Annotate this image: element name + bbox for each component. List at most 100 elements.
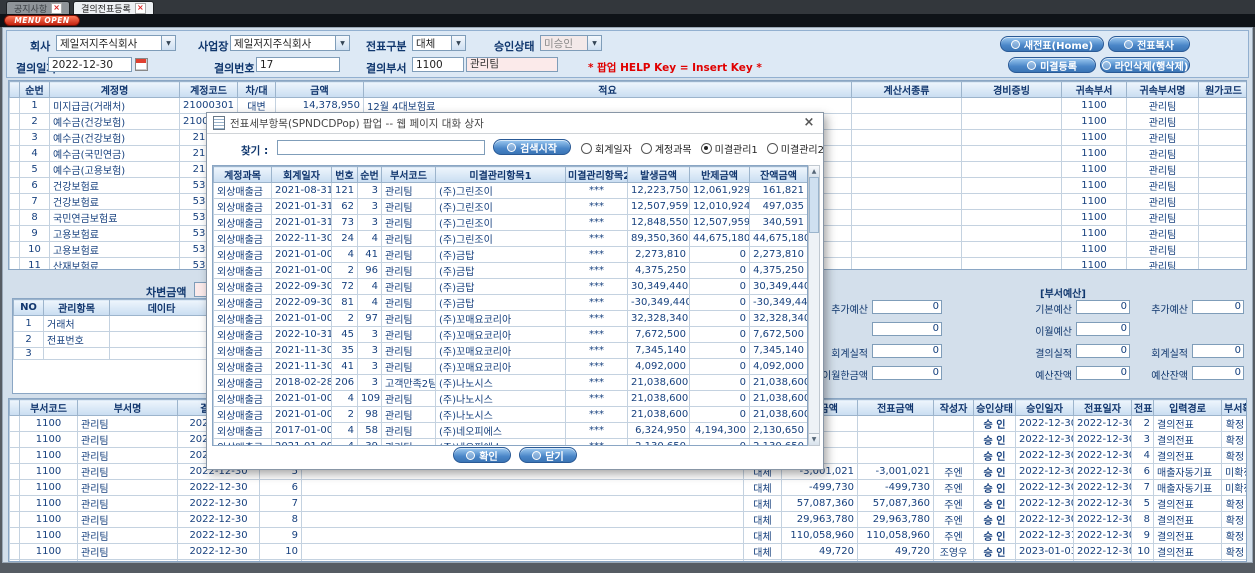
grid-cell: 96 — [357, 262, 382, 279]
budget-field-value[interactable]: 0 — [872, 366, 942, 380]
row-selector[interactable] — [9, 161, 20, 178]
table-row[interactable]: 외상매출금 2021-01-31 73 3 관리팀 (주)그린조이 *** 12,848,55… — [213, 214, 807, 231]
row-selector[interactable] — [9, 479, 20, 496]
delete-line-button[interactable]: 라인삭제(행삭제) — [1100, 57, 1190, 73]
grid-cell: 확정 — [1221, 511, 1246, 528]
table-row[interactable]: 2 전표번호 — [13, 331, 213, 348]
table-row[interactable]: 1400공구사업부2022-12-3011대체25,50025,500미승인20… — [9, 559, 1246, 561]
table-row[interactable]: 3 — [13, 347, 213, 360]
row-selector[interactable] — [9, 177, 20, 194]
tab-slip-register[interactable]: 결의전표등록 × — [73, 1, 154, 15]
table-row[interactable]: 외상매출금 2021-01-31 62 3 관리팀 (주)그린조이 *** 12,507,95… — [213, 198, 807, 215]
new-slip-button[interactable]: 새전표(Home) — [1000, 36, 1104, 52]
budget-field-value[interactable]: 0 — [1076, 322, 1130, 336]
resolution-dept-code-input[interactable] — [412, 57, 464, 72]
copy-slip-button[interactable]: 전표복사 — [1108, 36, 1190, 52]
table-row[interactable]: 외상매출금 2021-01-00 4 109 관리팀 (주)나노시스 *** 21,038,6… — [213, 390, 807, 407]
budget-field-value[interactable]: 0 — [1192, 344, 1244, 358]
table-row[interactable]: 1100 관리팀 2022-12-30 7 대체 57,087,360 57,087,360… — [9, 495, 1246, 512]
close-button[interactable]: 닫기 — [519, 447, 577, 463]
budget-field-value[interactable]: 0 — [1076, 300, 1130, 314]
calendar-icon[interactable] — [135, 58, 148, 71]
slip-type-combo[interactable]: 대체 ▼ — [412, 35, 466, 51]
close-icon[interactable]: × — [801, 116, 817, 130]
approval-status-combo[interactable]: 미승인 ▼ — [540, 35, 602, 51]
tab-close-icon[interactable]: × — [134, 2, 146, 14]
row-selector[interactable] — [9, 527, 20, 544]
grid-cell: 1100 — [1061, 193, 1127, 210]
row-selector[interactable] — [9, 209, 20, 226]
resolution-date-input[interactable] — [48, 57, 132, 72]
table-row[interactable]: 외상매출금2021-01-00439관리팀(주)네오피에스***2,130,65… — [213, 438, 807, 445]
table-row[interactable]: 외상매출금2018-02-282063고객만족2팀(JJ(주)나노시스***21… — [213, 374, 807, 391]
confirm-button[interactable]: 확인 — [453, 447, 511, 463]
row-selector[interactable] — [9, 113, 20, 130]
table-row[interactable]: 1100 관리팀 2022-12-30 8 대체 29,963,780 29,963,780… — [9, 511, 1246, 528]
table-row[interactable]: 1100 관리팀 2022-12-30 9 대체 110,058,960 110,058,9… — [9, 527, 1246, 544]
row-selector[interactable] — [9, 415, 20, 432]
tab-notice[interactable]: 공지사항 × — [6, 1, 71, 15]
pending-register-button[interactable]: 미결등록 — [1008, 57, 1096, 73]
table-row[interactable]: 외상매출금 2022-11-30 24 4 관리팀 (주)그린조이 *** 89,350,36… — [213, 230, 807, 247]
table-row[interactable]: 1100 관리팀 2022-12-30 6 대체 -499,730 -499,730 주엔 승 … — [9, 479, 1246, 496]
table-row[interactable]: 외상매출금 2021-01-00 2 97 관리팀 (주)꼬매요코리아 *** 32,328,… — [213, 310, 807, 327]
radio-option-3[interactable]: 미결관리1 — [700, 141, 758, 156]
search-button[interactable]: 검색시작 — [493, 139, 571, 155]
company-combo[interactable]: 제일저지주식회사 ▼ — [56, 35, 176, 51]
table-row[interactable]: 외상매출금 2021-01-00 2 98 관리팀 (주)나노시스 *** 21,038,60… — [213, 406, 807, 423]
tab-close-icon[interactable]: × — [51, 2, 63, 14]
grid-cell — [961, 209, 1062, 226]
table-row[interactable]: 외상매출금 2022-09-30 81 4 관리팀 (주)금탑 *** -30,349,440… — [213, 294, 807, 311]
row-selector[interactable] — [9, 511, 20, 528]
table-row[interactable]: 외상매출금 2021-11-30 41 3 관리팀 (주)꼬매요코리아 *** 4,092,0… — [213, 358, 807, 375]
search-input[interactable] — [277, 140, 485, 155]
row-selector[interactable] — [9, 447, 20, 464]
grid-cell: 4,092,000 — [627, 358, 690, 375]
budget-field-value[interactable]: 0 — [1192, 366, 1244, 380]
budget-field-value[interactable]: 0 — [1076, 366, 1130, 380]
row-selector[interactable] — [9, 543, 20, 560]
grid-cell: 결의전표 — [1153, 543, 1222, 560]
table-row[interactable]: 외상매출금 2021-11-30 35 3 관리팀 (주)꼬매요코리아 *** 7,345,1… — [213, 342, 807, 359]
radio-option-2[interactable]: 계정과목 — [640, 141, 692, 156]
row-selector[interactable] — [9, 241, 20, 258]
row-selector[interactable] — [9, 145, 20, 162]
table-row[interactable]: 외상매출금 2021-08-31 121 3 관리팀 (주)그린조이 *** 12,223,7… — [213, 182, 807, 199]
radio-option-4[interactable]: 미결관리2 — [766, 141, 824, 156]
row-selector[interactable] — [9, 225, 20, 242]
table-row[interactable]: 1 거래처 — [13, 315, 213, 332]
grid-cell: 대체 — [743, 495, 782, 512]
popup-title-bar[interactable]: 전표세부항목(SPNDCDPop) 팝업 -- 웹 페이지 대화 상자 × — [207, 113, 823, 134]
grid-cell: *** — [565, 422, 628, 439]
grid-cell: 1400 — [19, 559, 78, 561]
table-row[interactable]: 외상매출금 2022-10-31 45 3 관리팀 (주)꼬매요코리아 *** 7,672,5… — [213, 326, 807, 343]
scrollbar-thumb[interactable] — [809, 177, 819, 233]
budget-field-value[interactable]: 0 — [1192, 300, 1244, 314]
resolution-number-input[interactable] — [256, 57, 340, 72]
budget-field-value[interactable]: 0 — [872, 344, 942, 358]
menu-open-button[interactable]: MENU OPEN — [4, 15, 80, 26]
popup-scrollbar[interactable]: ▲ ▼ — [808, 165, 820, 446]
row-selector[interactable] — [9, 463, 20, 480]
table-row[interactable]: 1100 관리팀 2022-12-30 10 대체 49,720 49,720 조영우 승 인2… — [9, 543, 1246, 560]
row-selector[interactable] — [9, 193, 20, 210]
row-selector[interactable] — [9, 559, 20, 561]
scroll-down-icon[interactable]: ▼ — [809, 433, 819, 445]
grid-cell: 4 — [331, 422, 358, 439]
row-selector[interactable] — [9, 431, 20, 448]
table-row[interactable]: 외상매출금 2021-01-00 2 96 관리팀 (주)금탑 *** 4,375,250 0 4… — [213, 262, 807, 279]
radio-option-1[interactable]: 회계일자 — [581, 141, 632, 156]
site-combo[interactable]: 제일저지주식회사 ▼ — [230, 35, 350, 51]
row-selector[interactable] — [9, 257, 20, 269]
row-selector[interactable] — [9, 495, 20, 512]
budget-field-value[interactable]: 0 — [1076, 344, 1130, 358]
table-row[interactable]: 외상매출금 2017-01-00 4 58 관리팀 (주)네오피에스 *** 6,324,95… — [213, 422, 807, 439]
row-selector[interactable] — [9, 129, 20, 146]
row-selector[interactable] — [9, 97, 20, 114]
budget-field-value[interactable]: 0 — [872, 300, 942, 314]
column-header: 발생금액 — [627, 166, 690, 183]
budget-field-value[interactable]: 0 — [872, 322, 942, 336]
grid-cell — [851, 145, 962, 162]
table-row[interactable]: 외상매출금 2022-09-30 72 4 관리팀 (주)금탑 *** 30,349,440 0… — [213, 278, 807, 295]
table-row[interactable]: 외상매출금 2021-01-00 4 41 관리팀 (주)금탑 *** 2,273,810 0 2… — [213, 246, 807, 263]
